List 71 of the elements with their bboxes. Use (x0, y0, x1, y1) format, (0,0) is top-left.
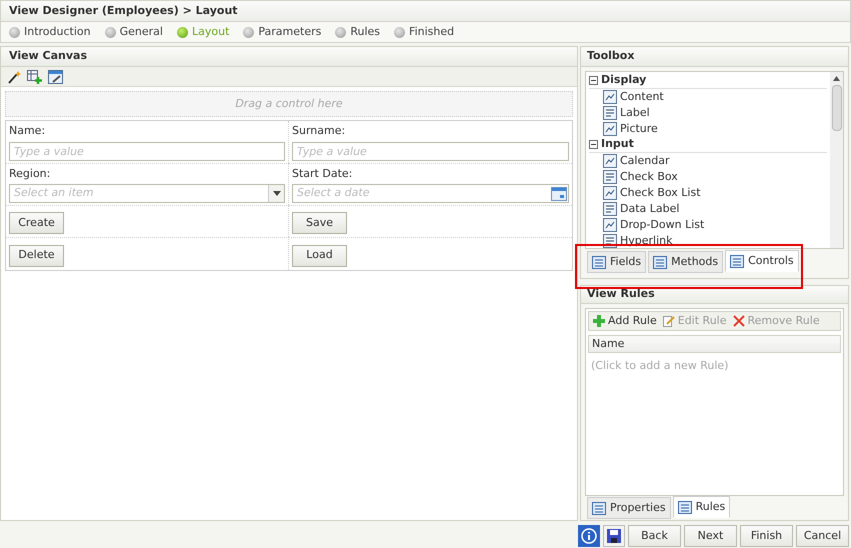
form-button[interactable]: Load (292, 244, 347, 266)
control-icon (603, 90, 617, 104)
wand-icon[interactable] (7, 70, 21, 84)
form-edit-icon[interactable] (48, 70, 63, 84)
scroll-thumb[interactable] (832, 85, 842, 131)
field-label: Name: (9, 123, 46, 139)
text-field[interactable]: Type a value (292, 142, 569, 160)
field-label: Region: (9, 166, 52, 182)
form-button[interactable]: Save (292, 212, 347, 234)
toolbox-item[interactable]: Hyperlink (589, 233, 827, 248)
toolbox-item[interactable]: Data Label (589, 201, 827, 217)
field-label: Start Date: (292, 166, 354, 182)
collapse-toggle[interactable] (589, 76, 598, 85)
control-icon (603, 186, 617, 200)
edit-icon (662, 315, 675, 327)
table-add-icon[interactable] (27, 70, 42, 84)
save-button[interactable] (603, 525, 625, 547)
toolbox-item[interactable]: Drop-Down List (589, 217, 827, 233)
step-label[interactable]: Parameters (258, 24, 322, 40)
toolbox-item[interactable]: Content (589, 89, 827, 105)
control-icon (603, 106, 617, 120)
control-icon (603, 154, 617, 168)
step-label[interactable]: Finished (409, 24, 454, 40)
group-header: Input (601, 136, 634, 152)
info-icon (581, 528, 597, 544)
form-button[interactable]: Delete (9, 244, 64, 266)
wizard-button[interactable]: Back (628, 525, 681, 547)
wizard-button[interactable]: Cancel (796, 525, 849, 547)
caret-icon (272, 191, 280, 196)
toolbox-item[interactable]: Check Box (589, 169, 827, 185)
step-label[interactable]: Introduction (24, 24, 91, 40)
tab-icon (592, 256, 606, 268)
collapse-toggle[interactable] (589, 140, 598, 149)
control-icon (603, 202, 617, 216)
tab-icon (653, 256, 668, 268)
column-header[interactable]: Name (588, 335, 841, 353)
panel-header: View Rules (581, 286, 848, 304)
field-label: Surname: (292, 123, 346, 139)
plus-icon (593, 315, 605, 327)
step-label[interactable]: Rules (350, 24, 380, 40)
close-icon (732, 315, 744, 327)
toolbox-item[interactable]: Calendar (589, 153, 827, 169)
panel-header: Toolbox (581, 47, 848, 67)
title-bar: View Designer (Employees) > Layout (0, 0, 851, 22)
panel-tab[interactable]: Properties (587, 497, 671, 519)
panel-tab[interactable]: Fields (587, 251, 646, 273)
calendar-icon[interactable] (551, 186, 567, 200)
form-button[interactable]: Create (9, 212, 64, 234)
step-label[interactable]: General (120, 24, 163, 40)
scrollbar[interactable] (830, 72, 843, 248)
floppy-icon (607, 529, 621, 543)
wizard-button[interactable]: Finish (740, 525, 793, 547)
tab-icon (592, 502, 606, 514)
control-icon (603, 122, 617, 136)
tab-icon (678, 500, 692, 514)
toolbox-item[interactable]: Check Box List (589, 185, 827, 201)
rule-action[interactable]: Add Rule (593, 312, 657, 330)
control-icon (603, 170, 617, 184)
toolbox-item[interactable]: Picture (589, 121, 827, 137)
scroll-up-icon[interactable] (833, 76, 840, 81)
control-icon (603, 218, 617, 232)
wizard-button[interactable]: Next (684, 525, 737, 547)
panel-tab[interactable]: Methods (648, 251, 724, 273)
group-header: Display (601, 72, 646, 88)
toolbox-item[interactable]: Label (589, 105, 827, 121)
panel-tab[interactable]: Controls (725, 250, 799, 272)
panel-tab[interactable]: Rules (672, 496, 730, 518)
panel-header: View Canvas (1, 47, 577, 67)
info-button[interactable] (578, 525, 600, 547)
text-field[interactable]: Type a value (9, 142, 285, 160)
tab-icon (730, 254, 744, 268)
